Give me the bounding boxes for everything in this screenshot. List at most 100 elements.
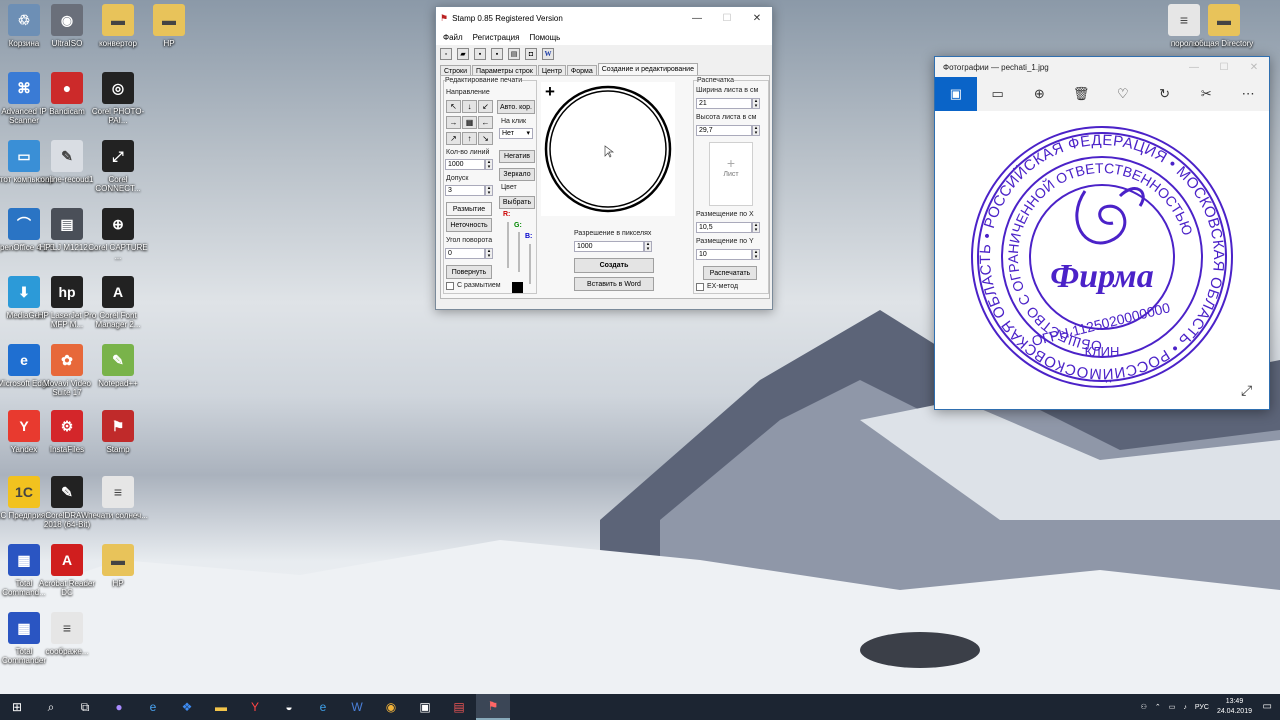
arrow-left-icon[interactable]: ← <box>478 116 493 129</box>
sheet-width-input[interactable]: 21 <box>696 98 752 109</box>
on-click-select[interactable]: Нет ▾ <box>499 128 533 139</box>
word-icon[interactable]: W <box>542 48 554 60</box>
sheet-height-spinner[interactable]: ▴ ▾ <box>752 125 760 136</box>
mirror-button[interactable]: Зеркало <box>499 168 535 181</box>
yandex-icon[interactable]: Y <box>238 694 272 720</box>
desktop-icon[interactable]: ✎ Notepad++ <box>87 344 149 388</box>
choose-color-button[interactable]: Выбрать <box>499 196 535 209</box>
arrow-down-left-icon[interactable]: ↙ <box>478 100 493 113</box>
print-button[interactable]: Распечатать <box>703 266 757 280</box>
menu-file[interactable]: Файл <box>438 33 468 42</box>
angle-input[interactable]: 0 <box>445 248 485 259</box>
people-icon[interactable]: ⚇ <box>1141 703 1147 711</box>
maximize-icon[interactable]: ☐ <box>712 7 742 29</box>
lines-count-spinner[interactable]: ▴ ▾ <box>485 159 493 170</box>
dropbox-icon[interactable]: ❖ <box>170 694 204 720</box>
desktop-icon[interactable]: ≡ печати солнеч... <box>87 476 149 520</box>
print-preview-icon[interactable]: ◘ <box>525 48 537 60</box>
maximize-icon[interactable]: ☐ <box>1209 56 1239 78</box>
stamp-taskbar-icon[interactable]: ⚑ <box>476 694 510 720</box>
angle-spinner[interactable]: ▴ ▾ <box>485 248 493 259</box>
resolution-spinner[interactable]: ▴ ▾ <box>644 241 652 252</box>
pos-y-spinner[interactable]: ▴ ▾ <box>752 249 760 260</box>
save-icon[interactable]: ▪ <box>474 48 486 60</box>
stamp-preview[interactable]: + <box>541 82 675 216</box>
network-icon[interactable]: ▭ <box>1169 703 1176 711</box>
search-icon[interactable]: ⌕ <box>34 694 68 720</box>
slideshow-icon[interactable]: ▭ <box>977 77 1019 111</box>
desktop-icon[interactable]: ≡ соображе... <box>36 612 98 656</box>
arrow-up-right-icon[interactable]: ↗ <box>446 132 461 145</box>
notifications-icon[interactable]: ▭ <box>1263 701 1272 712</box>
menu-registration[interactable]: Регистрация <box>468 33 525 42</box>
green-slider[interactable] <box>518 232 520 272</box>
photos-titlebar[interactable]: Фотографии — pechati_1.jpg — ☐ ✕ <box>935 57 1269 77</box>
sheet-height-input[interactable]: 29,7 <box>696 125 752 136</box>
image-icon[interactable]: ▣ <box>935 77 977 111</box>
task-view-icon[interactable]: ⧉ <box>68 694 102 720</box>
resolution-input[interactable]: 1000 <box>574 241 644 252</box>
save-as-icon[interactable]: ▪ <box>491 48 503 60</box>
center-grid-icon[interactable]: ▦ <box>462 116 477 129</box>
edit-icon[interactable]: ✂ <box>1186 77 1228 111</box>
show-hidden-icon[interactable]: ⌃ <box>1155 703 1161 711</box>
open-folder-icon[interactable]: ▰ <box>457 48 469 60</box>
cortana-icon[interactable]: ● <box>102 694 136 720</box>
file-explorer-icon[interactable]: ▬ <box>204 694 238 720</box>
desktop-icon[interactable]: ◎ Corel PHOTO-PAI... <box>87 72 149 125</box>
minimize-icon[interactable]: — <box>682 7 712 29</box>
word-icon[interactable]: W <box>340 694 374 720</box>
arrow-down-icon[interactable]: ↓ <box>462 100 477 113</box>
start-icon[interactable]: ⊞ <box>0 694 34 720</box>
blue-slider[interactable] <box>529 244 531 284</box>
desktop-icon[interactable]: ▬ HP <box>87 544 149 588</box>
blur-button[interactable]: Размытие <box>446 202 492 216</box>
arrow-right-icon[interactable]: → <box>446 116 461 129</box>
lines-count-input[interactable]: 1000 <box>445 159 485 170</box>
with-blur-checkbox[interactable] <box>446 282 454 290</box>
zoom-icon[interactable]: ⊕ <box>1019 77 1061 111</box>
negative-button[interactable]: Негатив <box>499 150 535 163</box>
arrow-up-left-icon[interactable]: ↖ <box>446 100 461 113</box>
close-icon[interactable]: ✕ <box>742 7 772 29</box>
create-button[interactable]: Создать <box>574 258 654 273</box>
sheet-width-spinner[interactable]: ▴ ▾ <box>752 98 760 109</box>
app-icon[interactable]: ▤ <box>442 694 476 720</box>
inaccuracy-button[interactable]: Неточность <box>446 218 492 232</box>
desktop-icon[interactable]: ▬ общая Directory <box>1193 4 1255 48</box>
desktop-icon[interactable]: ▬ HP <box>138 4 200 48</box>
volume-icon[interactable]: ♪ <box>1183 704 1187 711</box>
chrome-icon[interactable]: ◉ <box>374 694 408 720</box>
desktop-icon[interactable]: ⤢ Corel CONNECT... <box>87 140 149 193</box>
desktop-icon[interactable]: ⊕ Corel CAPTURE ... <box>87 208 149 261</box>
auto-correct-button[interactable]: Авто. кор. <box>497 100 535 114</box>
delete-icon[interactable]: 🗑 <box>1060 77 1102 111</box>
clock[interactable]: 13:49 24.04.2019 <box>1217 697 1252 717</box>
expand-icon[interactable]: ⤢ <box>1241 383 1252 399</box>
color-swatch[interactable] <box>512 282 523 293</box>
edge-icon[interactable]: e <box>136 694 170 720</box>
stamp-titlebar[interactable]: ⚑ Stamp 0.85 Registered Version — ☐ ✕ <box>436 7 772 29</box>
favorite-icon[interactable]: ♡ <box>1102 77 1144 111</box>
arrow-down-right-icon[interactable]: ↘ <box>478 132 493 145</box>
close-icon[interactable]: ✕ <box>1239 56 1269 78</box>
pos-y-input[interactable]: 10 <box>696 249 752 260</box>
desktop-icon[interactable]: ⚑ Stamp <box>87 410 149 454</box>
menu-help[interactable]: Помощь <box>524 33 565 42</box>
pos-x-spinner[interactable]: ▴ ▾ <box>752 222 760 233</box>
vpn-icon[interactable]: ◒ <box>272 694 306 720</box>
rotate-button[interactable]: Повернуть <box>446 265 492 279</box>
more-icon[interactable]: ⋯ <box>1227 77 1269 111</box>
print-icon[interactable]: ▤ <box>508 48 520 60</box>
pos-x-input[interactable]: 10,5 <box>696 222 752 233</box>
photos-icon[interactable]: ▣ <box>408 694 442 720</box>
minimize-icon[interactable]: — <box>1179 56 1209 78</box>
red-slider[interactable] <box>507 222 509 268</box>
tolerance-spinner[interactable]: ▴ ▾ <box>485 185 493 196</box>
desktop-icon[interactable]: A Corel Font Manager 2... <box>87 276 149 329</box>
arrow-up-icon[interactable]: ↑ <box>462 132 477 145</box>
insert-word-button[interactable]: Вставить в Word <box>574 277 654 291</box>
rotate-icon[interactable]: ↻ <box>1144 77 1186 111</box>
tolerance-input[interactable]: 3 <box>445 185 485 196</box>
ie-icon[interactable]: e <box>306 694 340 720</box>
